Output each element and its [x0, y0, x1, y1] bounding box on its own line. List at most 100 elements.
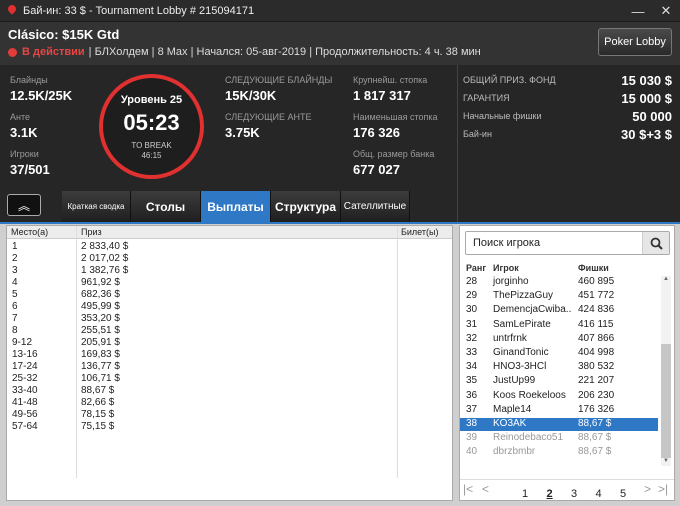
largest-stack-value: 1 817 317 [353, 88, 411, 103]
player-chips: 416 115 [578, 318, 614, 330]
player-row[interactable]: 32 untrfrnk 407 866 [460, 333, 658, 346]
player-name: untrfrnk [493, 332, 527, 344]
payout-prize: 495,99 $ [81, 301, 120, 312]
page-link-1[interactable]: 1 [522, 488, 528, 500]
scroll-up-icon[interactable]: ▲ [661, 276, 671, 282]
player-chips: 407 866 [578, 332, 615, 344]
minimize-button[interactable]: — [624, 0, 652, 22]
player-rank: 36 [466, 389, 478, 401]
player-chips: 88,67 $ [578, 446, 612, 458]
poker-lobby-button[interactable]: Poker Lobby [598, 28, 672, 56]
player-rank: 32 [466, 332, 478, 344]
to-break-label: TO BREAK [131, 141, 172, 150]
total-bank-value: 677 027 [353, 162, 400, 177]
status-line: В действии | БЛХолдем | 8 Max | Начался:… [8, 46, 481, 58]
player-row[interactable]: 39 Reinodebaco51 88,67 $ [460, 432, 658, 445]
payouts-table: Место(а) Приз Билет(ы) 1 2 833,40 $ 2 2 017… [6, 225, 453, 501]
tab-tables[interactable]: Столы [131, 191, 201, 222]
collapse-icon[interactable]: ︽ [7, 194, 41, 216]
chips-column-header[interactable]: Фишки [578, 263, 609, 273]
player-chips: 88,67 $ [578, 418, 612, 429]
last-page-icon[interactable]: >| [658, 482, 668, 496]
buyin-label: Бай-ин [463, 129, 492, 139]
search-input[interactable] [466, 232, 644, 254]
tab-satellites[interactable]: Сателлитные [341, 191, 410, 222]
page-link-5[interactable]: 5 [620, 488, 626, 500]
player-name: JustUp99 [493, 375, 536, 387]
ticket-column-header[interactable]: Билет(ы) [401, 227, 438, 237]
player-name: SamLePirate [493, 318, 551, 330]
payout-prize: 1 382,76 $ [81, 265, 129, 276]
tab-summary[interactable]: Краткая сводка [62, 191, 131, 222]
payout-prize: 169,83 $ [81, 349, 120, 360]
player-rank: 38 [466, 418, 478, 429]
player-row[interactable]: 33 GinandTonic 404 998 [460, 347, 658, 360]
player-chips: 221 207 [578, 375, 615, 387]
payout-place: 13-16 [12, 349, 38, 360]
break-timer: 46:15 [141, 151, 162, 160]
payout-row: 8 255,51 $ [7, 325, 452, 337]
player-chips: 88,67 $ [578, 432, 612, 444]
player-chips: 380 532 [578, 361, 615, 373]
payout-place: 4 [12, 277, 18, 288]
player-rank: 31 [466, 318, 478, 330]
starting-chips-label: Начальные фишки [463, 111, 542, 121]
player-row[interactable]: 37 Maple14 176 326 [460, 404, 658, 417]
tab-payouts[interactable]: Выплаты [201, 191, 271, 222]
rank-column-header[interactable]: Ранг [466, 263, 486, 273]
scrollbar-thumb[interactable] [661, 344, 671, 458]
payout-row: 4 961,92 $ [7, 277, 452, 289]
player-row[interactable]: 34 HNO3-3HCl 380 532 [460, 361, 658, 374]
payout-place: 1 [12, 241, 18, 252]
player-search [465, 231, 670, 255]
guarantee-value: 15 000 $ [621, 91, 672, 106]
player-column-header[interactable]: Игрок [493, 263, 519, 273]
player-name: Koos Roekeloos [493, 389, 566, 401]
player-row[interactable]: 29 ThePizzaGuy 451 772 [460, 290, 658, 303]
search-icon[interactable] [642, 232, 669, 254]
payout-place: 49-56 [12, 409, 38, 420]
player-row[interactable]: 35 JustUp99 221 207 [460, 375, 658, 388]
payout-row: 41-48 82,66 $ [7, 397, 452, 409]
prev-page-icon[interactable]: < [482, 482, 489, 496]
place-column-header[interactable]: Место(а) [11, 227, 48, 237]
tab-structure[interactable]: Структура [271, 191, 341, 222]
payout-place: 25-32 [12, 373, 38, 384]
player-row[interactable]: 30 DemencjaCwiba.. 424 836 [460, 304, 658, 317]
page-link-2[interactable]: 2 [547, 488, 553, 500]
player-rank: 40 [466, 446, 478, 458]
payout-row: 17-24 136,77 $ [7, 361, 452, 373]
player-rank: 35 [466, 375, 478, 387]
close-button[interactable]: ✕ [652, 0, 680, 22]
scroll-down-icon[interactable]: ▼ [661, 458, 671, 464]
status-dot-icon [8, 47, 17, 57]
first-page-icon[interactable]: |< [463, 482, 473, 496]
next-page-icon[interactable]: > [644, 482, 651, 496]
payout-prize: 682,36 $ [81, 289, 120, 300]
player-rank: 33 [466, 347, 478, 358]
player-row[interactable]: 38 KO3AK 88,67 $ [460, 418, 658, 431]
payout-row: 57-64 75,15 $ [7, 421, 452, 433]
payout-row: 5 682,36 $ [7, 289, 452, 301]
players-value: 37/501 [10, 162, 50, 177]
player-row[interactable]: 28 jorginho 460 895 [460, 276, 658, 289]
player-row[interactable]: 36 Koos Roekeloos 206 230 [460, 390, 658, 403]
page-link-4[interactable]: 4 [596, 488, 602, 500]
payout-prize: 205,91 $ [81, 337, 120, 348]
player-name: HNO3-3HCl [493, 361, 547, 373]
payouts-header: Место(а) Приз Билет(ы) [7, 226, 452, 239]
pokerstars-logo-icon [6, 5, 18, 17]
page-link-3[interactable]: 3 [571, 488, 577, 500]
prize-pool-value: 15 030 $ [621, 73, 672, 88]
payout-place: 7 [12, 313, 18, 324]
player-name: Reinodebaco51 [493, 432, 564, 444]
tournament-details: | БЛХолдем | 8 Max | Начался: 05-авг-201… [88, 46, 481, 58]
prize-column-header[interactable]: Приз [81, 227, 102, 237]
player-name: Maple14 [493, 403, 532, 415]
payout-place: 33-40 [12, 385, 38, 396]
payout-prize: 136,77 $ [81, 361, 120, 372]
player-row[interactable]: 40 dbrzbmbr 88,67 $ [460, 446, 658, 459]
payout-prize: 106,71 $ [81, 373, 120, 384]
player-row[interactable]: 31 SamLePirate 416 115 [460, 319, 658, 332]
player-chips: 176 326 [578, 403, 615, 415]
